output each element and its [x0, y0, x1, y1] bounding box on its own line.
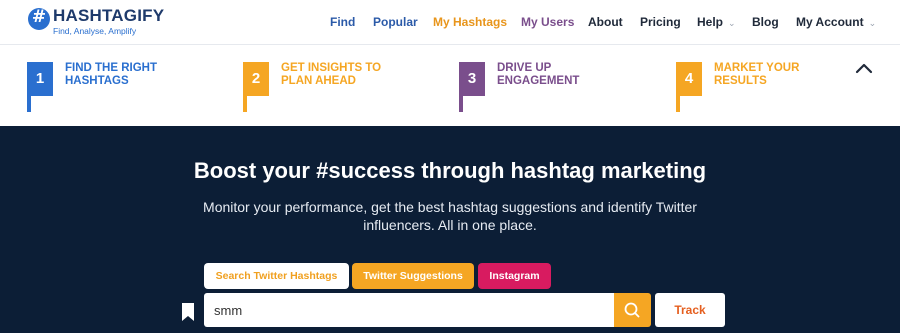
nav-help[interactable]: Help ⌄ — [697, 14, 736, 31]
hashtag-globe-icon — [28, 7, 50, 30]
search-button[interactable] — [614, 293, 651, 327]
step-number: 1 — [35, 70, 45, 87]
step-label-line2: RESULTS — [714, 75, 767, 87]
chevron-down-icon: ⌄ — [728, 18, 736, 28]
step-number: 3 — [467, 70, 477, 87]
tab-twitter-suggestions[interactable]: Twitter Suggestions — [352, 263, 474, 289]
top-header: HASHTAGIFY Find, Analyse, Amplify Find P… — [0, 0, 900, 45]
step-label: DRIVE UP ENGAGEMENT — [497, 62, 627, 88]
step-label-line1: DRIVE UP — [497, 62, 552, 74]
nav-blog[interactable]: Blog — [752, 14, 779, 30]
step-find-hashtags[interactable]: 1 FIND THE RIGHT HASHTAGS — [27, 62, 197, 112]
hashtag-search-input[interactable] — [204, 293, 614, 327]
nav-my-account-label: My Account — [796, 15, 864, 29]
step-number: 2 — [251, 70, 261, 87]
step-label-line1: GET INSIGHTS TO — [281, 62, 382, 74]
nav-help-label: Help — [697, 15, 724, 29]
bookmark-icon[interactable] — [180, 302, 196, 322]
logo-tagline: Find, Analyse, Amplify — [53, 26, 137, 36]
track-button[interactable]: Track — [655, 293, 725, 327]
step-label-line2: PLAN AHEAD — [281, 75, 356, 87]
step-market-results[interactable]: 4 MARKET YOUR RESULTS — [676, 62, 846, 112]
nav-popular[interactable]: Popular — [373, 14, 418, 30]
step-number: 4 — [684, 70, 694, 87]
step-label: GET INSIGHTS TO PLAN AHEAD — [281, 62, 411, 88]
nav-find[interactable]: Find — [330, 14, 355, 30]
step-engagement[interactable]: 3 DRIVE UP ENGAGEMENT — [459, 62, 629, 112]
nav-my-users[interactable]: My Users — [521, 14, 574, 30]
tab-instagram[interactable]: Instagram — [478, 263, 551, 289]
step-label: MARKET YOUR RESULTS — [714, 62, 844, 88]
hero-title: Boost your #success through hashtag mark… — [193, 158, 707, 183]
hero-subtitle: Monitor your performance, get the best h… — [203, 199, 697, 233]
hashtagify-logo[interactable]: HASHTAGIFY Find, Analyse, Amplify — [28, 7, 164, 36]
nav-pricing[interactable]: Pricing — [640, 14, 681, 30]
step-label-line2: HASHTAGS — [65, 75, 129, 87]
step-insights[interactable]: 2 GET INSIGHTS TO PLAN AHEAD — [243, 62, 413, 112]
step-label-line2: ENGAGEMENT — [497, 75, 580, 87]
step-label-line1: FIND THE RIGHT — [65, 62, 157, 74]
search-icon — [624, 302, 640, 318]
nav-my-hashtags[interactable]: My Hashtags — [433, 14, 507, 30]
logo-name: HASHTAGIFY — [53, 6, 165, 25]
hero-section: Boost your #success through hashtag mark… — [0, 126, 900, 333]
nav-my-account[interactable]: My Account ⌄ — [796, 14, 876, 31]
steps-strip: 1 FIND THE RIGHT HASHTAGS 2 GET INSIGHTS … — [0, 46, 900, 126]
tab-search-twitter-hashtags[interactable]: Search Twitter Hashtags — [204, 263, 349, 289]
chevron-up-icon[interactable] — [853, 60, 875, 76]
step-label: FIND THE RIGHT HASHTAGS — [65, 62, 195, 88]
step-label-line1: MARKET YOUR — [714, 62, 800, 74]
logo-text: HASHTAGIFY Find, Analyse, Amplify — [53, 6, 165, 37]
nav-about[interactable]: About — [588, 14, 623, 30]
chevron-down-icon: ⌄ — [868, 18, 877, 28]
